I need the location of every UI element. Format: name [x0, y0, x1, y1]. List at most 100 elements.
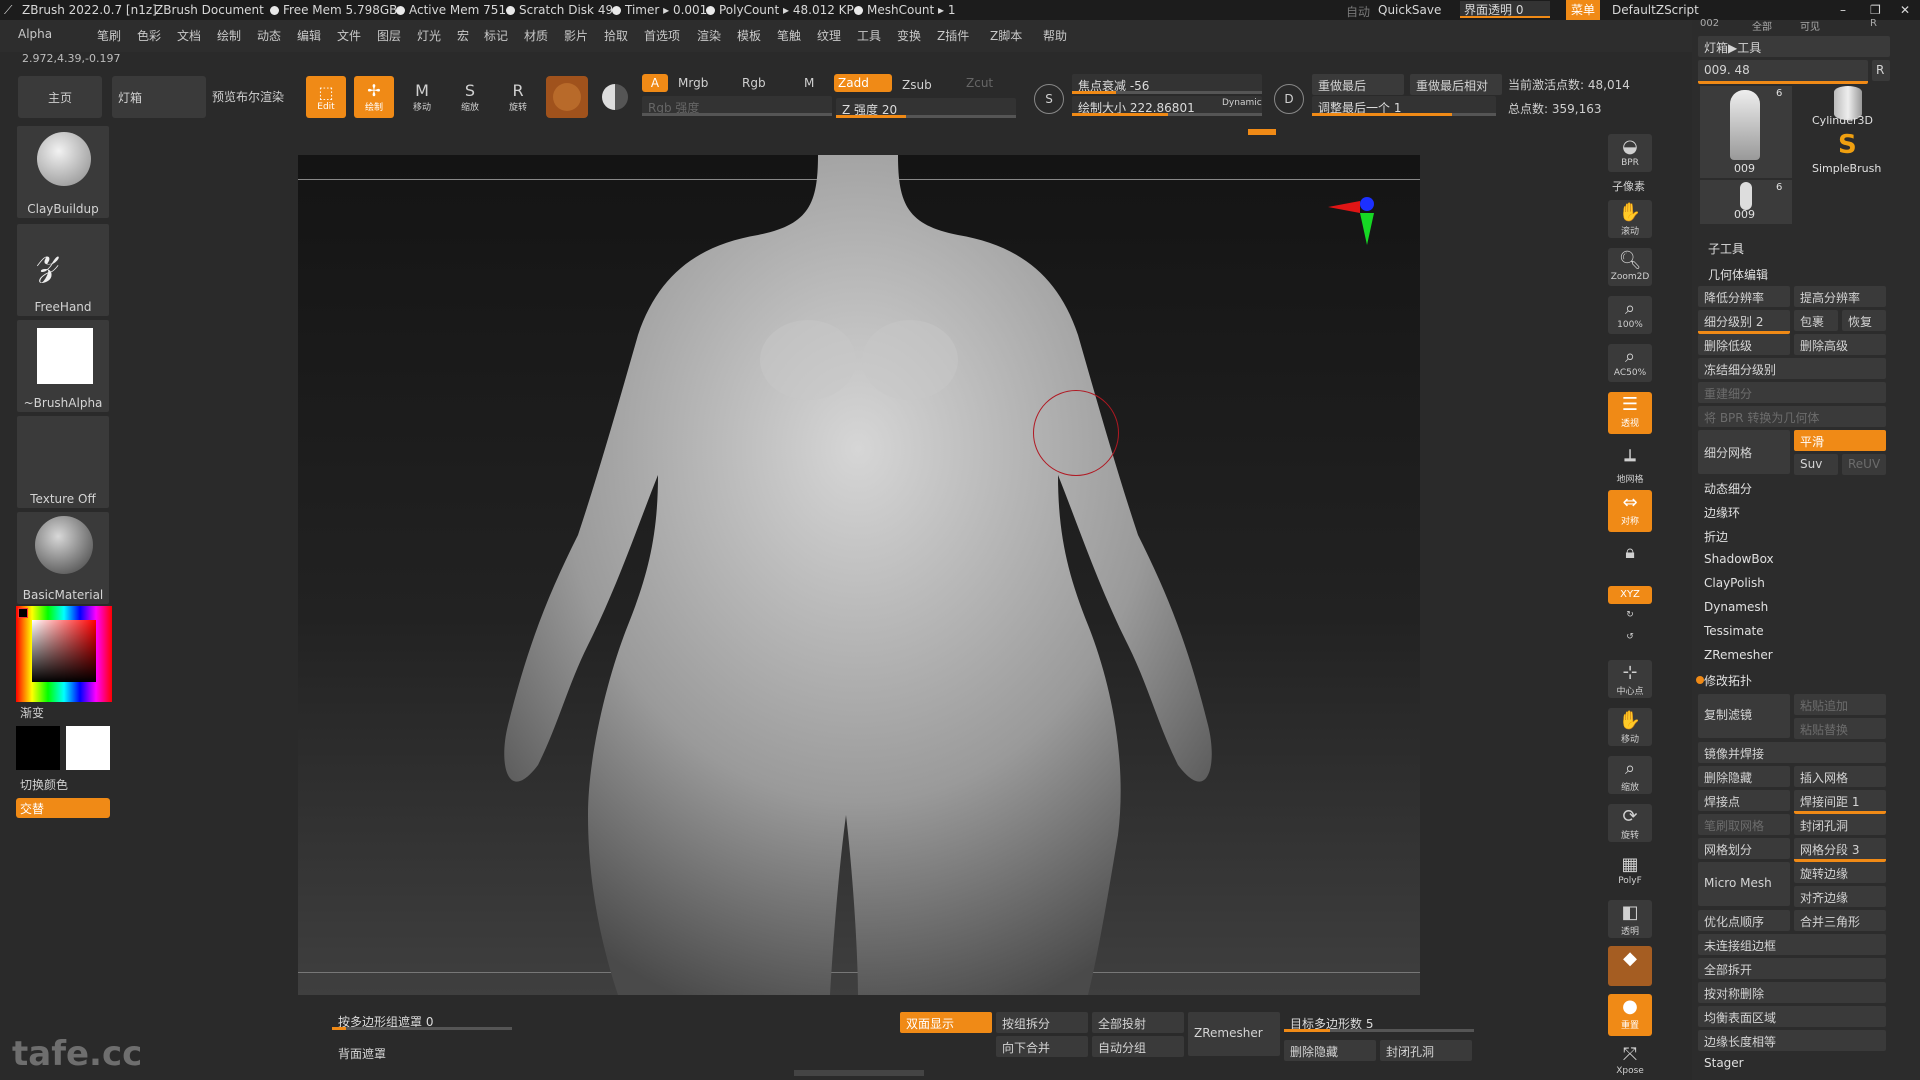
color-picker[interactable]: [16, 606, 112, 702]
sdiv-slider[interactable]: 细分级别 2: [1698, 310, 1790, 334]
zcut-toggle[interactable]: Zcut: [966, 76, 993, 90]
zoom2d-button[interactable]: 🔍︎ Zoom2D: [1608, 248, 1652, 286]
rgb-intensity-slider[interactable]: Rgb 强度: [642, 96, 832, 116]
close-icon[interactable]: ✕: [1900, 3, 1910, 17]
texture-slot[interactable]: Texture Off: [17, 416, 109, 508]
draw-button[interactable]: ✢ 绘制: [354, 76, 394, 118]
unweld-groups-button[interactable]: 未连接组边框: [1698, 934, 1886, 955]
reuv-toggle[interactable]: ReUV: [1842, 454, 1886, 475]
dynamic-subdiv-header[interactable]: 动态细分: [1704, 480, 1752, 497]
menu-item[interactable]: 标记: [484, 27, 508, 44]
rotate-z-icon[interactable]: ↺: [1608, 632, 1652, 652]
higher-res-button[interactable]: 提高分辨率: [1794, 286, 1886, 307]
delete-hidden-button[interactable]: 删除隐藏: [1698, 766, 1790, 787]
target-polycount-slider[interactable]: 目标多边形数 5: [1284, 1012, 1474, 1032]
edge-loop-header[interactable]: 边缘环: [1704, 504, 1740, 521]
focal-shift-slider[interactable]: 焦点衰减 -56: [1072, 74, 1262, 94]
a-toggle[interactable]: A: [642, 74, 668, 92]
backface-mask-button[interactable]: 背面遮罩: [332, 1042, 424, 1063]
rgb-toggle[interactable]: Rgb: [742, 76, 766, 90]
paste-replace-button[interactable]: 粘贴替换: [1794, 718, 1886, 739]
gizmo-axes[interactable]: [1328, 193, 1388, 253]
menu-item[interactable]: 笔刷: [97, 27, 121, 44]
menu-item[interactable]: 色彩: [137, 27, 161, 44]
insert-mesh-button[interactable]: 插入网格: [1794, 766, 1886, 787]
ac50-button[interactable]: ⌕ AC50%: [1608, 344, 1652, 382]
spin-edge-button[interactable]: 旋转边缘: [1794, 862, 1886, 883]
lower-res-button[interactable]: 降低分辨率: [1698, 286, 1790, 307]
zremesher-button[interactable]: ZRemesher: [1188, 1012, 1280, 1056]
stager-header[interactable]: Stager: [1704, 1056, 1744, 1070]
m-toggle[interactable]: M: [804, 76, 814, 90]
menu-item[interactable]: 文件: [337, 27, 361, 44]
menu-item[interactable]: Alpha: [18, 27, 52, 41]
all-label[interactable]: 全部: [1752, 18, 1772, 33]
delete-lower-button[interactable]: 删除低级: [1698, 334, 1790, 355]
micro-mesh-button[interactable]: Micro Mesh: [1698, 862, 1790, 906]
brush-slot[interactable]: ClayBuildup: [17, 126, 109, 218]
menu-item[interactable]: 材质: [524, 27, 548, 44]
merge-triangles-button[interactable]: 合并三角形: [1794, 910, 1886, 931]
bottom-close-holes-button[interactable]: 封闭孔洞: [1380, 1040, 1472, 1061]
cage-button[interactable]: 包裹: [1794, 310, 1838, 331]
viewport-canvas[interactable]: [298, 155, 1420, 995]
ghost-button[interactable]: ◆: [1608, 946, 1652, 986]
alpha-slot[interactable]: ~BrushAlpha: [17, 320, 109, 412]
adjust-last-slider[interactable]: 调整最后一个 1: [1312, 96, 1496, 116]
scale-button[interactable]: S 缩放: [450, 76, 490, 118]
material-slot[interactable]: BasicMaterial: [17, 512, 109, 604]
delete-by-symmetry-button[interactable]: 按对称删除: [1698, 982, 1886, 1003]
align-edge-button[interactable]: 对齐边缘: [1794, 886, 1886, 907]
menu-item[interactable]: 宏: [457, 27, 469, 44]
menu-item[interactable]: 首选项: [644, 27, 680, 44]
smooth-toggle[interactable]: 平滑: [1794, 430, 1886, 451]
suv-toggle[interactable]: Suv: [1794, 454, 1838, 475]
xyz-button[interactable]: XYZ: [1608, 586, 1652, 604]
z-intensity-slider[interactable]: Z 强度 20: [836, 98, 1016, 118]
equalize-surface-button[interactable]: 均衡表面区域: [1698, 1006, 1886, 1027]
secondary-color-swatch[interactable]: [66, 726, 110, 770]
scroll-button[interactable]: ✋ 滚动: [1608, 200, 1652, 238]
grid-divide-button[interactable]: 网格划分: [1698, 838, 1790, 859]
polyframe-button[interactable]: ▦ PolyF: [1608, 852, 1652, 890]
r-label[interactable]: R: [1870, 18, 1877, 29]
equalize-edge-button[interactable]: 边缘长度相等: [1698, 1030, 1886, 1051]
move-button[interactable]: M 移动: [402, 76, 442, 118]
optimize-points-button[interactable]: 优化点顺序: [1698, 910, 1790, 931]
menu-item[interactable]: 笔触: [777, 27, 801, 44]
dynamic-toggle[interactable]: Dynamic: [1222, 98, 1262, 108]
auto-groups-button[interactable]: 自动分组: [1092, 1036, 1184, 1057]
menu-item[interactable]: 模板: [737, 27, 761, 44]
bottom-delete-hidden-button[interactable]: 删除隐藏: [1284, 1040, 1376, 1061]
lazy-mouse-s-icon[interactable]: S: [1034, 84, 1064, 114]
tool-thumb-cylinder[interactable]: Cylinder3D: [1800, 86, 1892, 132]
subtool-header[interactable]: 子工具: [1708, 240, 1744, 257]
menu-item[interactable]: 帮助: [1043, 27, 1067, 44]
solo-button[interactable]: ● 重置: [1608, 994, 1652, 1036]
shadowbox-header[interactable]: ShadowBox: [1704, 552, 1774, 566]
modify-topology-header[interactable]: 修改拓扑: [1704, 672, 1752, 689]
menu-item[interactable]: 绘制: [217, 27, 241, 44]
frame-button[interactable]: ⊹ 中心点: [1608, 660, 1652, 698]
divide-button[interactable]: 细分网格: [1698, 430, 1790, 474]
menu-item[interactable]: 图层: [377, 27, 401, 44]
menu-item[interactable]: 灯光: [417, 27, 441, 44]
preview-boolean-button[interactable]: 预览布尔渲染: [212, 88, 284, 105]
menu-item[interactable]: 工具: [857, 27, 881, 44]
mirror-weld-button[interactable]: 镜像并焊接: [1698, 742, 1886, 763]
menu-item[interactable]: Z插件: [937, 27, 969, 44]
menu-button[interactable]: 菜单: [1566, 0, 1600, 20]
local-button[interactable]: 🔒︎: [1608, 540, 1652, 578]
rotate-y-icon[interactable]: ↻: [1608, 610, 1652, 630]
mask-by-polygroup-slider[interactable]: 按多边形组遮罩 0: [332, 1010, 512, 1030]
menu-item[interactable]: 拾取: [604, 27, 628, 44]
symmetry-button[interactable]: ⇔ 对称: [1608, 490, 1652, 532]
lightbox-tool-button[interactable]: 灯箱▶工具: [1698, 36, 1890, 57]
dynamesh-header[interactable]: Dynamesh: [1704, 600, 1768, 614]
tool-r-button[interactable]: R: [1872, 60, 1890, 81]
zsub-toggle[interactable]: Zsub: [902, 78, 932, 92]
group-split-button[interactable]: 按组拆分: [996, 1012, 1088, 1033]
bpr-to-geo-button[interactable]: 将 BPR 转换为几何体: [1698, 406, 1886, 427]
menu-item[interactable]: 渲染: [697, 27, 721, 44]
primary-color-swatch[interactable]: [16, 726, 60, 770]
